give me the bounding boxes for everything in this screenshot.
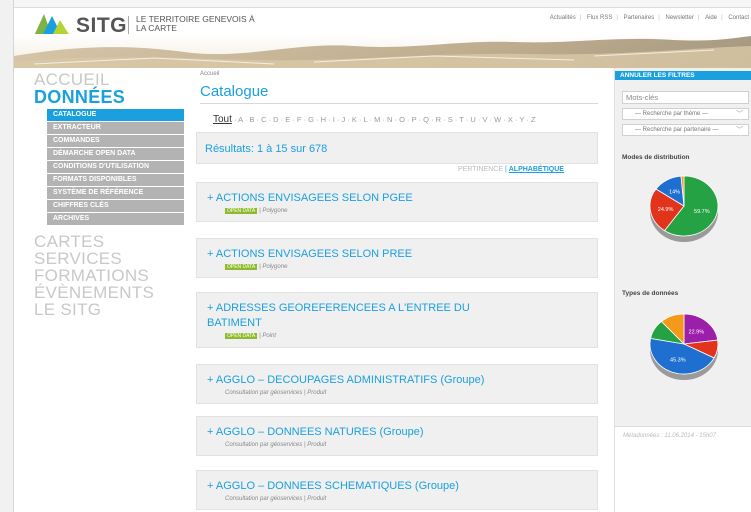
pie-slice-label: 22.9%	[689, 330, 705, 336]
topnav-actualites[interactable]: Actualités	[550, 15, 576, 21]
nav-evenements[interactable]: ÉVÈNEMENTS	[14, 284, 180, 301]
alpha-letter-links[interactable]: · A · B · C · D · E · F · G · H · I · J …	[234, 115, 536, 124]
pie-slice-label: 14%	[669, 190, 680, 196]
left-sidebar: ACCUEIL DONNÉES CATALOGUE EXTRACTEUR COM…	[14, 68, 184, 512]
subnav-commandes[interactable]: COMMANDES	[47, 135, 184, 147]
subnav-conditions[interactable]: CONDITIONS D'UTILISATION	[47, 161, 184, 173]
sort-separator: |	[504, 166, 507, 173]
nav-services[interactable]: SERVICES	[14, 250, 180, 267]
partner-select-value: — Recherche par partenaire —	[635, 127, 719, 133]
topnav-separator: |	[721, 15, 723, 21]
logo-tagline: LE TERRITOIRE GENEVOIS À LA CARTE	[136, 14, 255, 33]
subnav-chiffres-cles[interactable]: CHIFFRES CLÉS	[47, 200, 184, 212]
result-item[interactable]: + ACTIONS ENVISAGEES SELON PGEE OPEN DAT…	[196, 182, 598, 222]
filter-panel: ANNULER LES FILTRES Mots-clés — Recherch…	[614, 68, 751, 512]
header-landscape-banner	[14, 34, 751, 68]
nav-le-sitg[interactable]: LE SITG	[14, 301, 180, 318]
result-item[interactable]: + ADRESSES GEOREFERENCEES A L'ENTREE DU …	[196, 292, 598, 348]
logo-divider	[128, 16, 129, 34]
distribution-pie-chart: 59.7% 24.9% 14%	[649, 175, 719, 242]
subnav-demarche-open-data[interactable]: DÉMARCHE OPEN DATA	[47, 148, 184, 160]
result-item[interactable]: + ACTIONS ENVISAGEES SELON PREE OPEN DAT…	[196, 238, 598, 278]
topnav-separator: |	[697, 15, 700, 21]
result-title[interactable]: + AGGLO – DONNEES NATURES (Groupe)	[197, 417, 597, 440]
result-meta: OPEN DATA | Polygone	[197, 262, 597, 270]
pie-slice-label: 59.7%	[694, 209, 710, 215]
topnav-aide[interactable]: Aide	[705, 15, 717, 21]
result-meta: OPEN DATA | Point	[197, 331, 597, 339]
panel-footer: Métadonnées : 11.06.2014 - 15h07	[615, 426, 751, 512]
subnav-archives[interactable]: ARCHIVES	[47, 213, 184, 225]
result-geometry: | Polygone	[259, 208, 288, 214]
chevron-down-icon: ﹀	[736, 127, 743, 134]
sort-alphabetique[interactable]: ALPHABÉTIQUE	[509, 166, 564, 173]
alphabet-filter: Tout · A · B · C · D · E · F · G · H · I…	[213, 114, 536, 125]
results-count: Résultats: 1 à 15 sur 678	[205, 143, 328, 155]
topnav-partenaires[interactable]: Partenaires	[624, 15, 655, 21]
sort-pertinence[interactable]: PERTINENCE	[458, 166, 503, 173]
nav-cartes[interactable]: CARTES	[14, 233, 180, 250]
topnav-newsletter[interactable]: Newsletter	[665, 15, 693, 21]
window-left-edge	[0, 0, 14, 512]
result-meta: OPEN DATA | Polygone	[197, 206, 597, 214]
open-data-badge: OPEN DATA	[225, 264, 258, 270]
result-geometry: | Polygone	[259, 264, 288, 270]
topnav-flux-rss[interactable]: Flux RSS	[587, 15, 612, 21]
subnav-extracteur[interactable]: EXTRACTEUR	[47, 122, 184, 134]
page-title: Catalogue	[200, 83, 269, 100]
theme-select[interactable]: — Recherche par thème — ﹀	[622, 108, 749, 120]
sitg-logo-icon[interactable]	[34, 14, 70, 36]
result-title[interactable]: + ADRESSES GEOREFERENCEES A L'ENTREE DU …	[197, 293, 517, 331]
top-navigation: Actualités | Flux RSS | Partenaires | Newsl…	[548, 15, 751, 21]
result-meta: Consultation par géoservices | Produit	[225, 442, 327, 448]
topnav-contact[interactable]: Contact	[728, 15, 749, 21]
topnav-separator: |	[658, 15, 660, 21]
nav-formations[interactable]: FORMATIONS	[14, 267, 180, 284]
open-data-badge: OPEN DATA	[225, 333, 258, 339]
result-geometry: | Point	[259, 333, 277, 339]
open-data-badge: OPEN DATA	[225, 208, 258, 214]
types-pie-chart: 22.9% 45.3%	[649, 313, 719, 380]
chevron-down-icon: ﹀	[736, 111, 743, 118]
types-chart-label: Types de données	[622, 290, 679, 297]
result-title[interactable]: + ACTIONS ENVISAGEES SELON PGEE	[197, 183, 597, 206]
keywords-input[interactable]: Mots-clés	[622, 91, 749, 104]
result-meta: Consultation par géoservices | Produit	[225, 496, 327, 502]
distribution-chart-label: Modes de distribution	[622, 154, 690, 161]
window-top-edge	[0, 0, 751, 8]
results-count-box: Résultats: 1 à 15 sur 678	[196, 132, 598, 164]
result-item[interactable]: + AGGLO – DECOUPAGES ADMINISTRATIFS (Gro…	[196, 364, 598, 404]
result-meta: Consultation par géoservices | Produit	[225, 390, 327, 396]
result-item[interactable]: + AGGLO – DONNEES SCHEMATIQUES (Groupe) …	[196, 470, 598, 510]
pie-slice-label: 24.9%	[658, 207, 674, 213]
nav-accueil[interactable]: ACCUEIL	[14, 71, 180, 88]
theme-select-value: — Recherche par thème —	[635, 111, 709, 117]
result-title[interactable]: + AGGLO – DECOUPAGES ADMINISTRATIFS (Gro…	[197, 365, 597, 388]
subnav-catalogue[interactable]: CATALOGUE	[47, 109, 184, 121]
alpha-tout-link[interactable]: Tout	[213, 114, 232, 125]
pie-slice-label: 45.3%	[670, 358, 686, 364]
nav-donnees[interactable]: DONNÉES	[14, 88, 180, 106]
main-content: Accueil Catalogue Tout · A · B · C · D ·…	[180, 68, 610, 512]
result-title[interactable]: + AGGLO – DONNEES SCHEMATIQUES (Groupe)	[197, 471, 597, 494]
result-item[interactable]: + AGGLO – DONNEES NATURES (Groupe) Consu…	[196, 416, 598, 456]
title-divider	[200, 103, 598, 104]
topnav-separator: |	[616, 15, 618, 21]
partner-select[interactable]: — Recherche par partenaire — ﹀	[622, 124, 749, 136]
sort-options: PERTINENCE | ALPHABÉTIQUE	[458, 166, 564, 173]
metadata-timestamp: Métadonnées : 11.06.2014 - 15h07	[623, 433, 716, 439]
donnees-submenu: CATALOGUE EXTRACTEUR COMMANDES DÉMARCHE …	[47, 109, 184, 225]
topnav-separator: |	[579, 15, 582, 21]
subnav-systeme-reference[interactable]: SYSTÈME DE RÉFÉRENCE	[47, 187, 184, 199]
breadcrumb[interactable]: Accueil	[200, 71, 219, 77]
subnav-formats[interactable]: FORMATS DISPONIBLES	[47, 174, 184, 186]
result-title[interactable]: + ACTIONS ENVISAGEES SELON PREE	[197, 239, 597, 262]
clear-filters-button[interactable]: ANNULER LES FILTRES	[615, 71, 751, 80]
